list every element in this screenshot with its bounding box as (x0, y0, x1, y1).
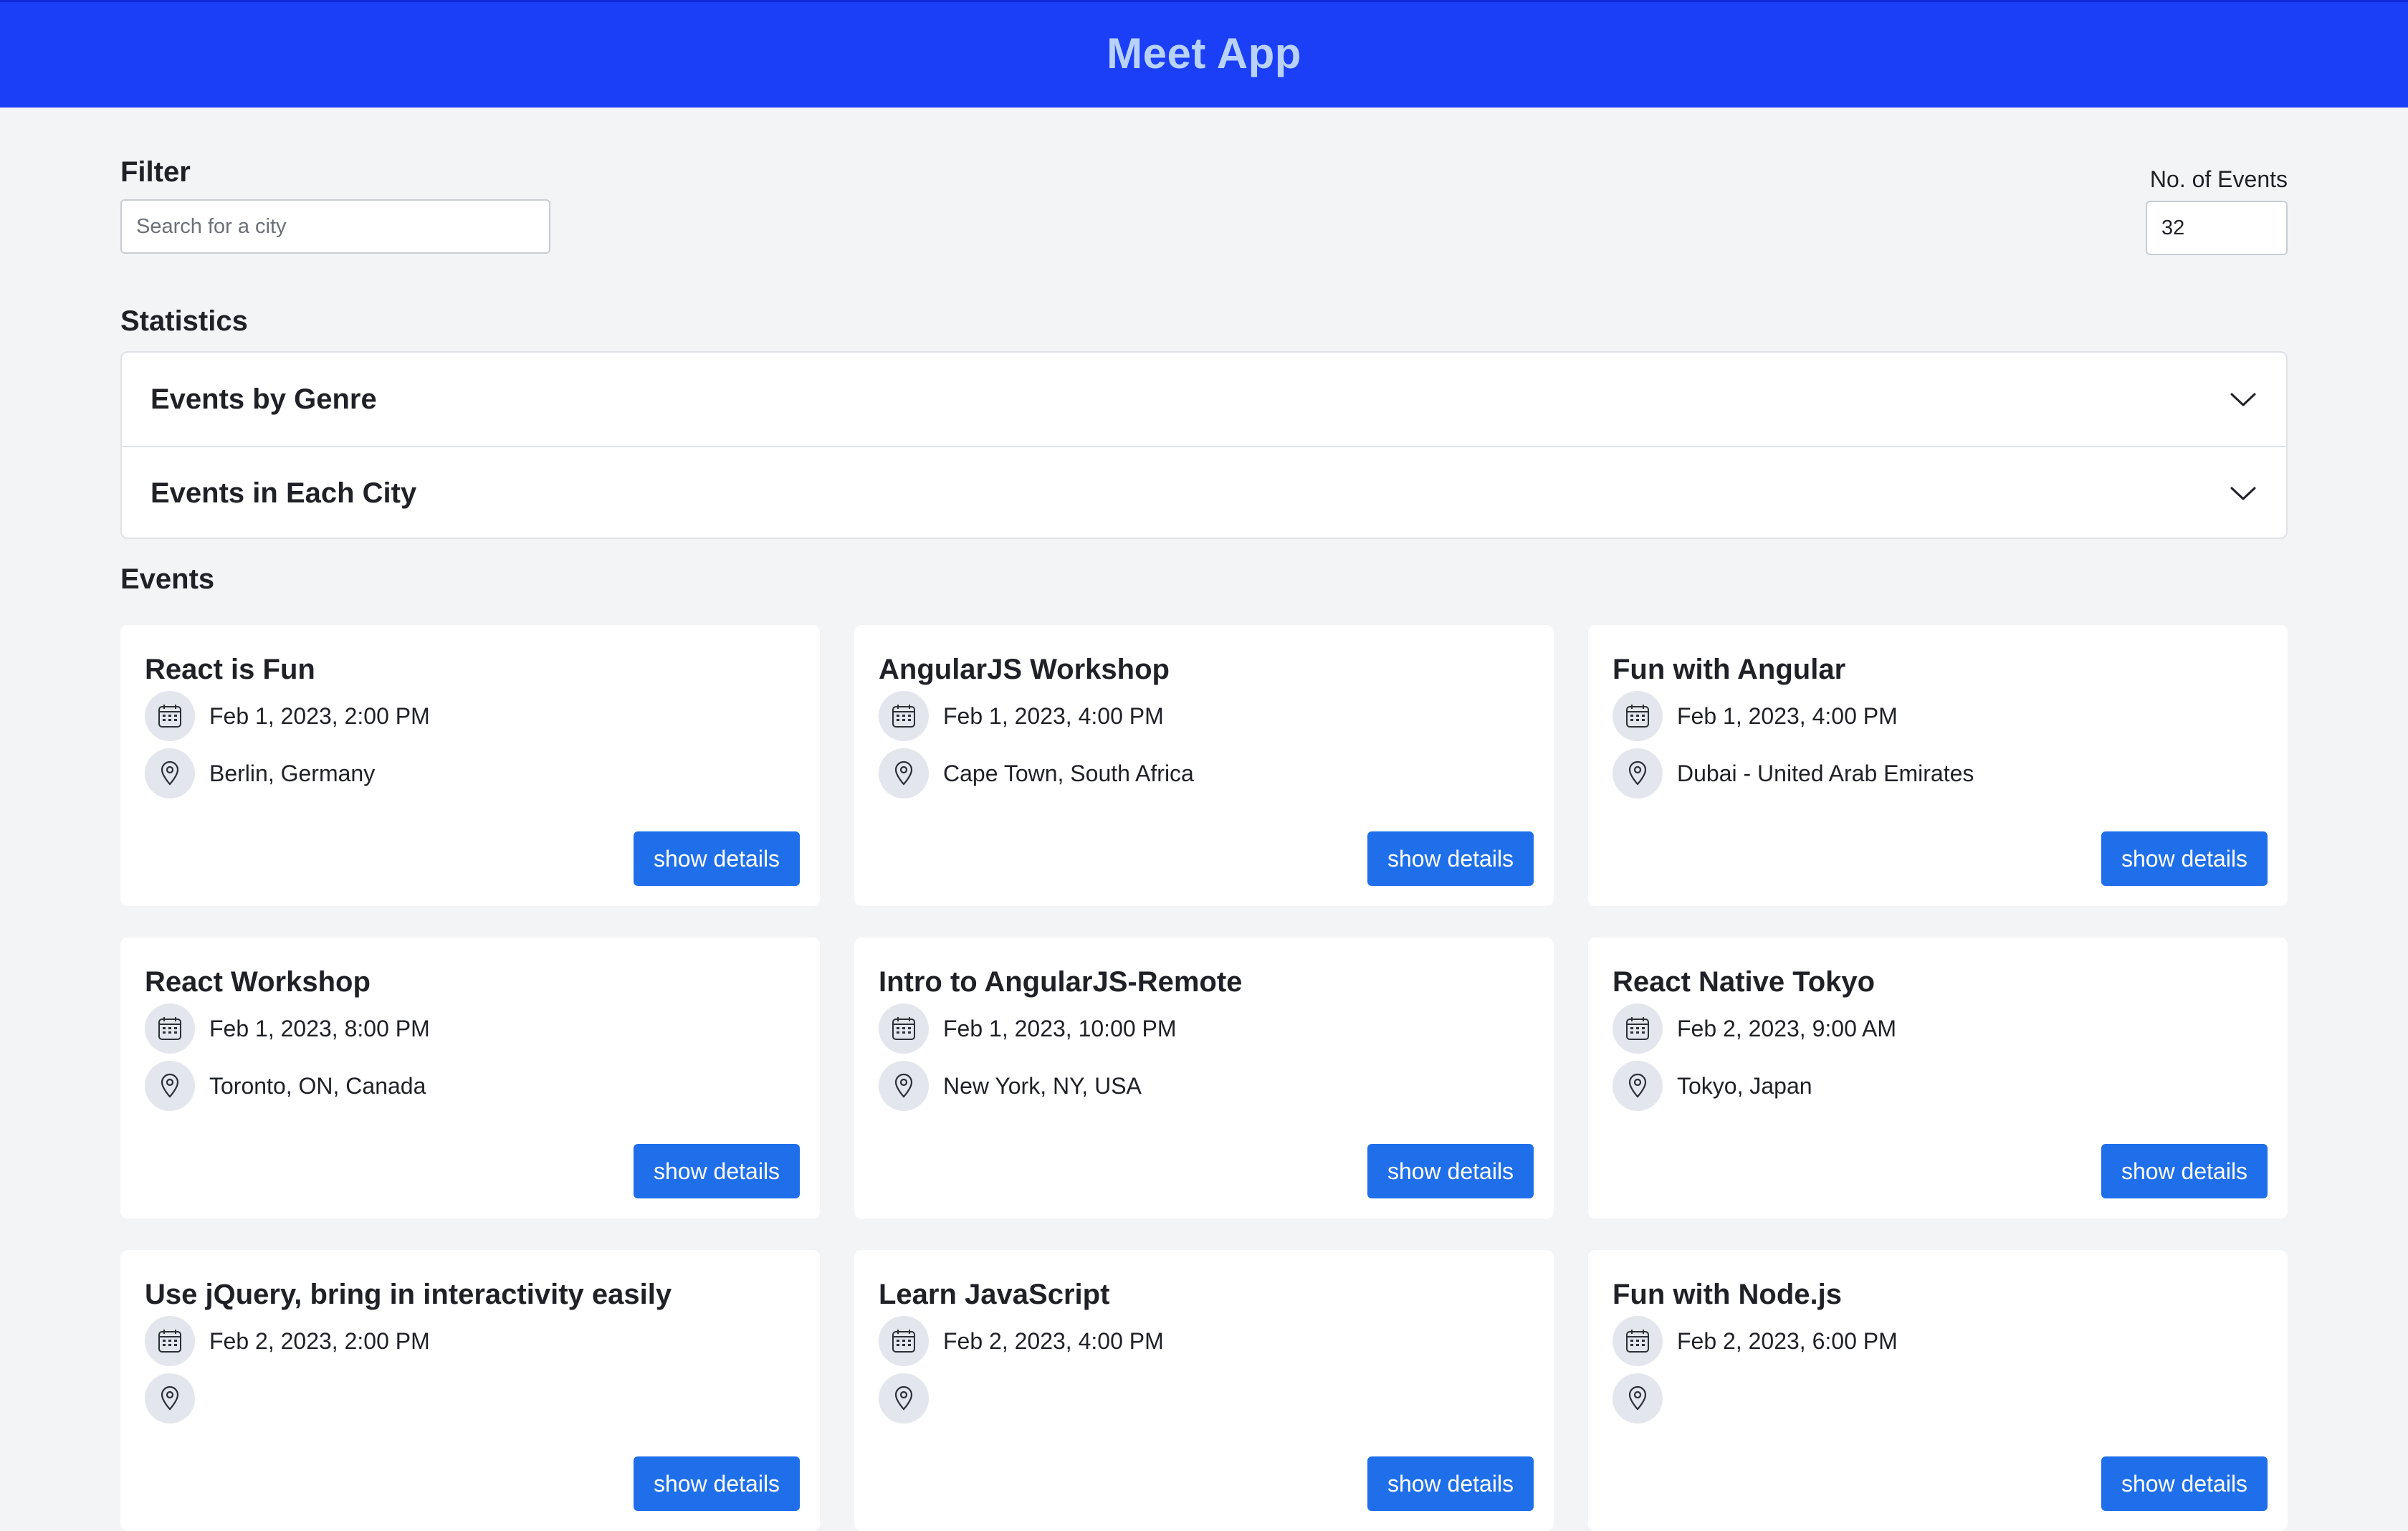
event-title: Use jQuery, bring in interactivity easil… (145, 1279, 672, 1310)
calendar-icon (1612, 691, 1663, 741)
event-card: Intro to AngularJS-Remote Feb 1, 2023, 1… (854, 938, 1554, 1218)
location-pin-icon (145, 748, 195, 798)
calendar-icon (879, 1316, 929, 1366)
event-datetime: Feb 1, 2023, 4:00 PM (943, 702, 1164, 729)
event-title: Fun with Node.js (1612, 1279, 1842, 1310)
calendar-icon (145, 691, 195, 741)
event-title: React Workshop (145, 966, 371, 998)
chevron-down-icon (2229, 385, 2258, 414)
event-location-row: Cape Town, South Africa (879, 748, 1194, 798)
number-of-events-label: No. of Events (2149, 166, 2288, 192)
event-location: New York, NY, USA (943, 1072, 1142, 1099)
event-datetime: Feb 2, 2023, 6:00 PM (1677, 1327, 1898, 1354)
event-title: Intro to AngularJS-Remote (879, 966, 1243, 998)
calendar-icon (879, 691, 929, 741)
accordion-title: Events in Each City (150, 477, 417, 509)
event-location-row (1612, 1373, 1677, 1423)
statistics-accordion: Events by Genre Events in Each City (120, 351, 2288, 539)
event-location-row (145, 1373, 209, 1423)
event-title: React Native Tokyo (1612, 966, 1876, 998)
event-location-row: Toronto, ON, Canada (145, 1061, 426, 1111)
show-details-button[interactable]: show details (634, 831, 800, 886)
event-datetime: Feb 1, 2023, 8:00 PM (209, 1015, 430, 1041)
event-datetime: Feb 1, 2023, 10:00 PM (943, 1015, 1177, 1041)
event-datetime-row: Feb 2, 2023, 2:00 PM (145, 1316, 430, 1366)
accordion-events-by-genre[interactable]: Events by Genre (122, 353, 2286, 446)
event-title: React is Fun (145, 654, 315, 685)
event-card: React Workshop Feb 1, 2023, 8:00 PM Toro… (120, 938, 820, 1218)
calendar-icon (1612, 1316, 1663, 1366)
event-datetime: Feb 2, 2023, 2:00 PM (209, 1327, 430, 1354)
event-datetime-row: Feb 1, 2023, 2:00 PM (145, 691, 430, 741)
location-pin-icon (879, 1373, 929, 1423)
event-datetime-row: Feb 2, 2023, 4:00 PM (879, 1316, 1164, 1366)
event-datetime-row: Feb 1, 2023, 8:00 PM (145, 1003, 430, 1054)
location-pin-icon (1612, 748, 1663, 798)
event-title: Learn JavaScript (879, 1279, 1110, 1310)
show-details-button[interactable]: show details (634, 1456, 800, 1511)
event-card: AngularJS Workshop Feb 1, 2023, 4:00 PM … (854, 625, 1554, 906)
event-datetime-row: Feb 1, 2023, 10:00 PM (879, 1003, 1177, 1054)
calendar-icon (145, 1316, 195, 1366)
event-card: React Native Tokyo Feb 2, 2023, 9:00 AM … (1588, 938, 2288, 1218)
event-datetime-row: Feb 1, 2023, 4:00 PM (879, 691, 1164, 741)
event-location: Tokyo, Japan (1677, 1072, 1812, 1099)
city-search-input[interactable] (120, 199, 550, 254)
event-datetime-row: Feb 2, 2023, 6:00 PM (1612, 1316, 1898, 1366)
event-card: Fun with Angular Feb 1, 2023, 4:00 PM Du… (1588, 625, 2288, 906)
calendar-icon (1612, 1003, 1663, 1054)
show-details-button[interactable]: show details (1367, 831, 1534, 886)
event-card: React is Fun Feb 1, 2023, 2:00 PM Berlin… (120, 625, 820, 906)
location-pin-icon (1612, 1373, 1663, 1423)
event-datetime: Feb 2, 2023, 4:00 PM (943, 1327, 1164, 1354)
app-header: Meet App (0, 0, 2408, 108)
calendar-icon (145, 1003, 195, 1054)
event-location: Cape Town, South Africa (943, 760, 1194, 786)
show-details-button[interactable]: show details (634, 1144, 800, 1198)
show-details-button[interactable]: show details (1367, 1456, 1534, 1511)
show-details-button[interactable]: show details (2101, 1144, 2268, 1198)
event-title: Fun with Angular (1612, 654, 1846, 685)
event-location-row: New York, NY, USA (879, 1061, 1142, 1111)
calendar-icon (879, 1003, 929, 1054)
event-location: Dubai - United Arab Emirates (1677, 760, 1974, 786)
accordion-events-in-each-city[interactable]: Events in Each City (122, 446, 2286, 538)
event-datetime-row: Feb 1, 2023, 4:00 PM (1612, 691, 1898, 741)
filter-heading: Filter (120, 156, 191, 188)
app-title: Meet App (1107, 29, 1301, 77)
event-location-row: Berlin, Germany (145, 748, 375, 798)
event-datetime: Feb 1, 2023, 4:00 PM (1677, 702, 1898, 729)
accordion-title: Events by Genre (150, 383, 377, 415)
show-details-button[interactable]: show details (1367, 1144, 1534, 1198)
number-of-events-input[interactable] (2146, 201, 2288, 255)
event-location-row (879, 1373, 943, 1423)
location-pin-icon (1612, 1061, 1663, 1111)
event-datetime-row: Feb 2, 2023, 9:00 AM (1612, 1003, 1896, 1054)
event-location: Berlin, Germany (209, 760, 376, 786)
event-title: AngularJS Workshop (879, 654, 1170, 685)
events-heading: Events (120, 563, 215, 595)
event-card: Learn JavaScript Feb 2, 2023, 4:00 PM sh… (854, 1250, 1554, 1531)
location-pin-icon (879, 748, 929, 798)
chevron-down-icon (2229, 479, 2258, 507)
event-location: Toronto, ON, Canada (209, 1072, 426, 1099)
location-pin-icon (145, 1373, 195, 1423)
show-details-button[interactable]: show details (2101, 831, 2268, 886)
event-card: Fun with Node.js Feb 2, 2023, 6:00 PM sh… (1588, 1250, 2288, 1531)
location-pin-icon (879, 1061, 929, 1111)
show-details-button[interactable]: show details (2101, 1456, 2268, 1511)
statistics-heading: Statistics (120, 305, 248, 337)
event-location-row: Dubai - United Arab Emirates (1612, 748, 1974, 798)
event-location-row: Tokyo, Japan (1612, 1061, 1812, 1111)
location-pin-icon (145, 1061, 195, 1111)
event-datetime: Feb 2, 2023, 9:00 AM (1677, 1015, 1896, 1041)
event-datetime: Feb 1, 2023, 2:00 PM (209, 702, 430, 729)
event-card: Use jQuery, bring in interactivity easil… (120, 1250, 820, 1531)
